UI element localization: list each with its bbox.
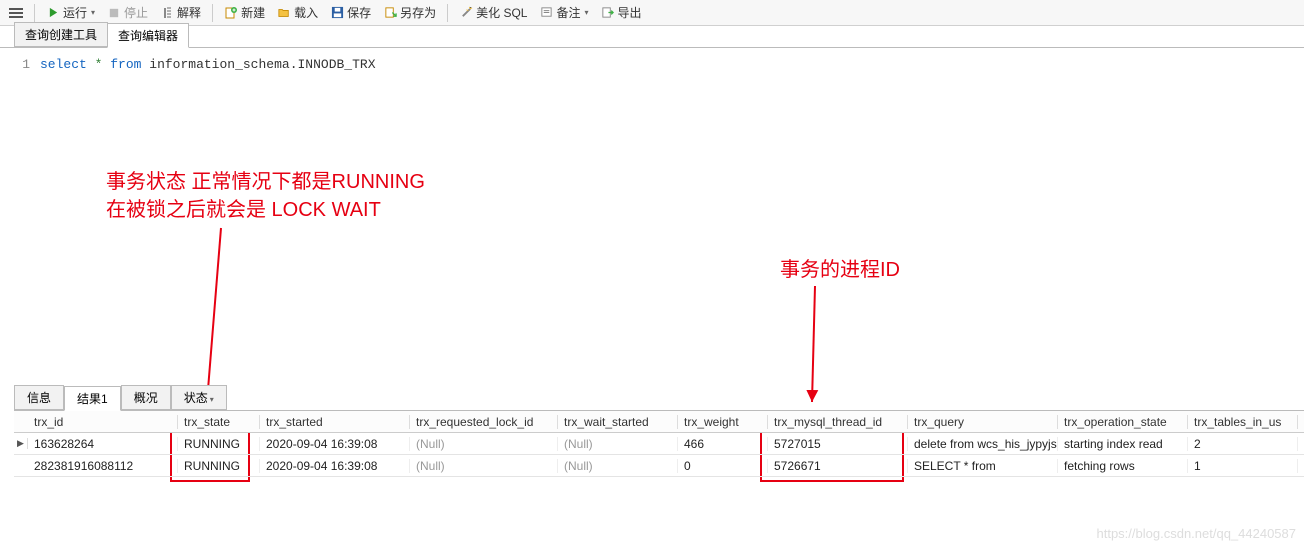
main-toolbar: 运行 ▾ 停止 解释 新建 载入 保存 另存为 美化 SQL 备注 ▾ 导出 [0, 0, 1304, 26]
wand-icon [459, 6, 473, 20]
comment-button[interactable]: 备注 ▾ [534, 2, 593, 23]
col-trx-requested-lock-id[interactable]: trx_requested_lock_id [410, 415, 558, 429]
tab-status[interactable]: 状态▾ [171, 385, 227, 410]
col-trx-query[interactable]: trx_query [908, 415, 1058, 429]
sql-code-line: select * from information_schema.INNODB_… [40, 56, 376, 74]
col-trx-started[interactable]: trx_started [260, 415, 410, 429]
folder-open-icon [277, 6, 291, 20]
col-trx-wait-started[interactable]: trx_wait_started [558, 415, 678, 429]
tab-result1[interactable]: 结果1 [64, 386, 121, 411]
result-tabs: 信息 结果1 概况 状态▾ [14, 388, 1304, 410]
new-button[interactable]: 新建 [219, 2, 270, 23]
col-trx-weight[interactable]: trx_weight [678, 415, 768, 429]
tab-query-editor[interactable]: 查询编辑器 [107, 23, 189, 48]
save-button[interactable]: 保存 [325, 2, 376, 23]
chevron-down-icon: ▾ [91, 8, 95, 17]
note-icon [539, 6, 553, 20]
editor-tabs: 查询创建工具 查询编辑器 [0, 26, 1304, 48]
menu-button[interactable] [4, 4, 28, 22]
run-button[interactable]: 运行 ▾ [41, 2, 100, 23]
line-number: 1 [0, 56, 40, 74]
row-marker-icon: ▶ [14, 438, 28, 449]
beautify-button[interactable]: 美化 SQL [454, 2, 532, 23]
grid-header-row: trx_id trx_state trx_started trx_request… [14, 411, 1304, 433]
new-icon [224, 6, 238, 20]
annotation-state: 事务状态 正常情况下都是RUNNING 在被锁之后就会是 LOCK WAIT [106, 168, 425, 224]
stop-icon [107, 6, 121, 20]
hamburger-icon [9, 6, 23, 20]
sql-editor[interactable]: 1 select * from information_schema.INNOD… [0, 48, 1304, 74]
beautify-label: 美化 SQL [476, 4, 527, 21]
annotation-thread: 事务的进程ID [780, 256, 900, 284]
explain-button[interactable]: 解释 [155, 2, 206, 23]
save-icon [330, 6, 344, 20]
run-label: 运行 [63, 4, 87, 21]
tab-query-builder[interactable]: 查询创建工具 [14, 22, 108, 47]
saveas-label: 另存为 [400, 4, 436, 21]
chevron-down-icon: ▾ [210, 395, 214, 404]
chevron-down-icon: ▾ [585, 8, 589, 17]
load-label: 载入 [294, 4, 318, 21]
table-row[interactable]: ▶ 163628264 RUNNING 2020-09-04 16:39:08 … [14, 433, 1304, 455]
table-row[interactable]: 282381916088112 RUNNING 2020-09-04 16:39… [14, 455, 1304, 477]
comment-label: 备注 [556, 4, 580, 21]
tab-info[interactable]: 信息 [14, 385, 64, 410]
saveas-icon [383, 6, 397, 20]
col-trx-mysql-thread-id[interactable]: trx_mysql_thread_id [768, 415, 908, 429]
stop-label: 停止 [124, 4, 148, 21]
result-grid[interactable]: trx_id trx_state trx_started trx_request… [14, 410, 1304, 477]
export-label: 导出 [618, 4, 642, 21]
col-trx-operation-state[interactable]: trx_operation_state [1058, 415, 1188, 429]
tab-profile[interactable]: 概况 [121, 385, 171, 410]
saveas-button[interactable]: 另存为 [378, 2, 441, 23]
explain-label: 解释 [177, 4, 201, 21]
explain-icon [160, 6, 174, 20]
new-label: 新建 [241, 4, 265, 21]
col-trx-tables-in-use[interactable]: trx_tables_in_us [1188, 415, 1298, 429]
export-button[interactable]: 导出 [596, 2, 647, 23]
play-icon [46, 6, 60, 20]
watermark: https://blog.csdn.net/qq_44240587 [1097, 526, 1297, 541]
save-label: 保存 [347, 4, 371, 21]
col-trx-id[interactable]: trx_id [28, 415, 178, 429]
load-button[interactable]: 载入 [272, 2, 323, 23]
export-icon [601, 6, 615, 20]
col-trx-state[interactable]: trx_state [178, 415, 260, 429]
stop-button[interactable]: 停止 [102, 2, 153, 23]
